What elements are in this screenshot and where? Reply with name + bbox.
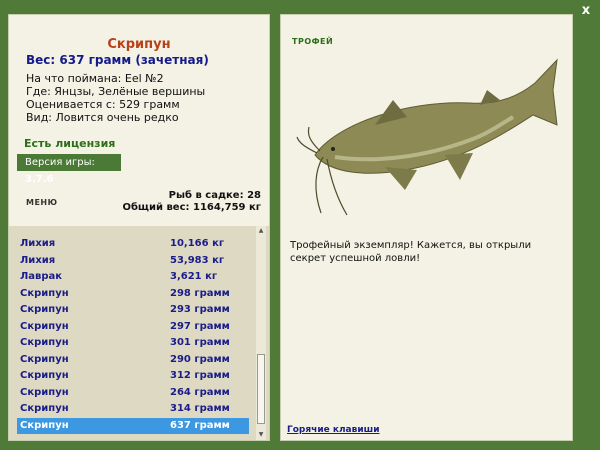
valued-from: Оценивается с: 529 грамм: [26, 98, 180, 111]
catch-list-row[interactable]: Лихия 10,166 кг: [17, 236, 249, 252]
close-icon[interactable]: x: [579, 4, 593, 18]
catch-fish-name: Скрипун: [20, 403, 69, 414]
catch-list-row[interactable]: Скрипун 290 грамм: [17, 352, 249, 368]
version-label: Версия игры:: [25, 157, 95, 168]
license-status: Есть лицензия: [24, 137, 116, 150]
catch-fish-weight: 314 грамм: [170, 403, 230, 414]
catch-fish-weight: 312 грамм: [170, 370, 230, 381]
catch-fish-weight: 293 грамм: [170, 304, 230, 315]
catch-list-row[interactable]: Лихия 53,983 кг: [17, 253, 249, 269]
catch-list-row[interactable]: Скрипун 264 грамм: [17, 385, 249, 401]
catch-fish-weight: 3,621 кг: [170, 271, 218, 282]
trophy-description: Трофейный экземпляр! Кажется, вы открыли…: [290, 240, 532, 264]
fish-weight: Вес: 637 грамм (зачетная): [26, 53, 209, 67]
catch-fish-name: Скрипун: [20, 304, 69, 315]
arrow-up-icon[interactable]: ▲: [256, 226, 266, 235]
version-value: 3.7.6: [25, 174, 54, 185]
catch-fish-name: Скрипун: [20, 419, 69, 431]
catch-fish-name: Лихия: [20, 238, 56, 249]
catch-list-row[interactable]: Лаврак 3,621 кг: [17, 269, 249, 285]
version-badge: Версия игры: 3.7.6: [17, 154, 121, 185]
arrow-down-icon[interactable]: ▼: [256, 430, 266, 439]
catch-fish-weight: 298 грамм: [170, 287, 230, 299]
catch-fish-name: Скрипун: [20, 386, 69, 398]
trophy-panel: ТРОФЕЙ Трофейный экземпляр! Кажется, вы …: [280, 14, 573, 441]
catch-fish-weight: 10,166 кг: [170, 238, 225, 249]
catch-fish-weight: 297 грамм: [170, 320, 230, 332]
catch-fish-weight: 301 грамм: [170, 337, 230, 348]
catch-list-row[interactable]: Скрипун 293 грамм: [17, 302, 249, 318]
catch-fish-name: Лихия: [20, 254, 56, 266]
fish-info-panel: Скрипун Вес: 637 грамм (зачетная) На что…: [8, 14, 270, 441]
scrollbar-thumb[interactable]: [257, 354, 265, 424]
catch-fish-name: Скрипун: [20, 287, 69, 299]
catch-fish-name: Лаврак: [20, 271, 63, 282]
scrollbar[interactable]: ▲ ▼: [256, 226, 266, 440]
catch-list-row[interactable]: Скрипун 301 грамм: [17, 335, 249, 351]
fish-name: Скрипун: [107, 37, 171, 52]
catch-fish-weight: 637 грамм: [170, 419, 230, 431]
location: Где: Янцзы, Зелёные вершины: [26, 85, 206, 98]
catch-list-row[interactable]: Скрипун 312 грамм: [17, 368, 249, 384]
catch-list-row[interactable]: Скрипун 314 грамм: [17, 401, 249, 417]
rarity: Вид: Ловится очень редко: [26, 111, 179, 124]
catch-list-row[interactable]: Скрипун 637 грамм: [17, 417, 249, 434]
total-weight: Общий вес: 1164,759 кг: [122, 202, 261, 213]
catch-list: Лихия 10,166 кг Лихия 53,983 кг Лаврак 3,621 …: [9, 226, 269, 440]
catch-fish-weight: 53,983 кг: [170, 254, 225, 266]
catfish-image: [296, 58, 558, 216]
menu-button[interactable]: МЕНЮ: [26, 198, 58, 207]
catch-fish-weight: 264 грамм: [170, 386, 230, 398]
catch-fish-name: Скрипун: [20, 337, 69, 348]
catch-fish-name: Скрипун: [20, 320, 69, 332]
hotkeys-link[interactable]: Горячие клавиши: [287, 425, 380, 435]
catch-list-row[interactable]: Скрипун 297 грамм: [17, 319, 249, 335]
catch-fish-name: Скрипун: [20, 370, 69, 381]
fish-count: Рыб в садке: 28: [168, 190, 261, 201]
caught-with: На что поймана: Eel №2: [26, 72, 164, 85]
catch-fish-weight: 290 грамм: [170, 353, 230, 365]
catch-list-row[interactable]: Скрипун 298 грамм: [17, 286, 249, 302]
catch-fish-name: Скрипун: [20, 353, 69, 365]
